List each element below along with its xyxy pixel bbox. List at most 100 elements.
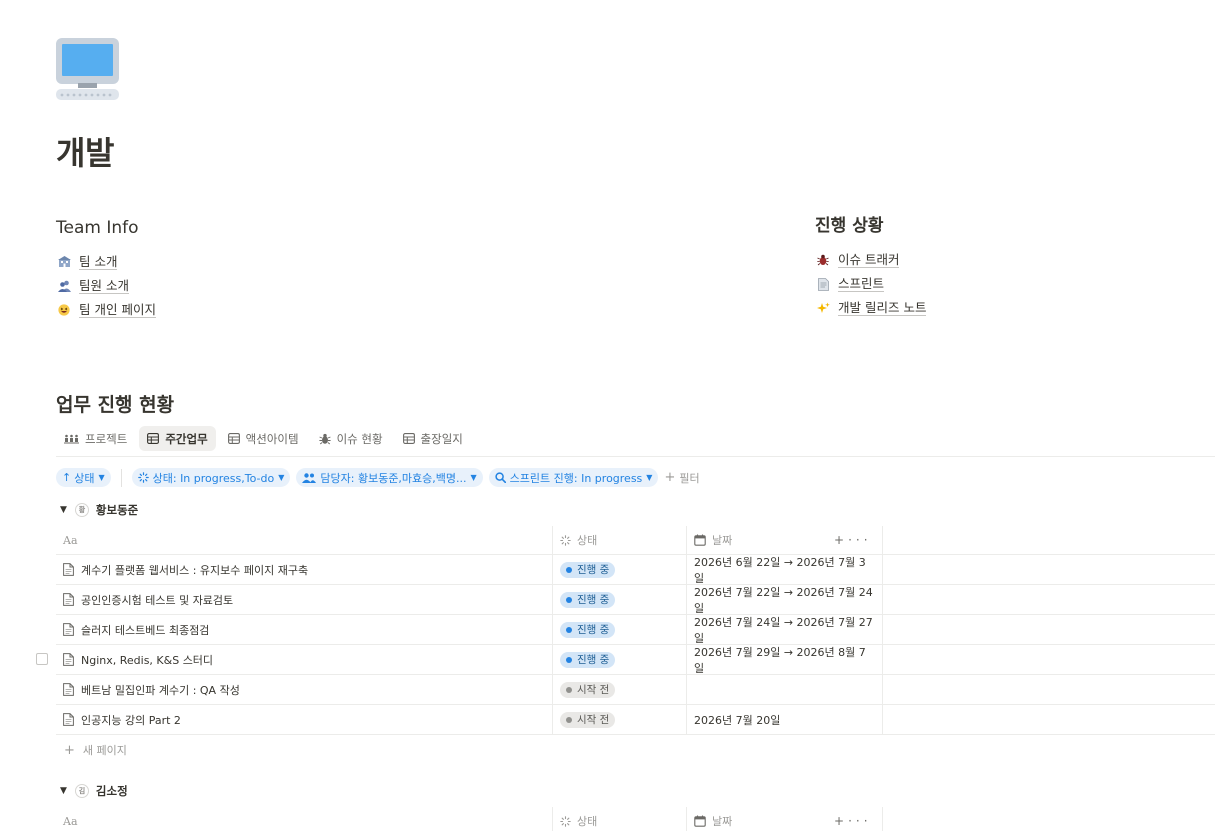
row-title-cell[interactable]: 베트남 밀집인파 계수기 : QA 작성 [56,675,553,704]
assignee-filter-chip[interactable]: 담당자: 황보동준,마효승,백명... ▼ [296,468,483,487]
add-column-controls: +··· [834,533,872,547]
tab-divider [56,456,1215,457]
tab-weekly-work[interactable]: 주간업무 [139,426,216,451]
table-row[interactable]: 인공지능 강의 Part 2 시작 전 2026년 7월 20일 [56,705,1215,735]
status-dot-icon [566,596,572,603]
document-icon [63,623,74,636]
add-column-controls: +··· [834,814,872,828]
status-badge-label: 진행 중 [577,564,610,576]
table-header-row: Aa 상태 날짜 [56,807,1215,831]
database-title[interactable]: 업무 진행 현황 [56,390,174,417]
tab-action-items[interactable]: 액션아이템 [220,426,307,451]
team-intro-link[interactable]: 팀 소개 [56,250,156,274]
status-loader-icon [560,815,571,827]
row-date: 2026년 7월 22일 → 2026년 7월 24일 [694,585,873,615]
row-extra-cell [883,645,1215,674]
assignee-filter-label: 담당자: 황보동준,마효승,백명... [320,471,467,485]
release-notes-link[interactable]: 개발 릴리즈 노트 [815,296,927,320]
chevron-down-icon: ▼ [470,473,477,482]
status-loader-icon [137,472,149,483]
row-status-cell[interactable]: 진행 중 [553,645,687,674]
status-badge: 시작 전 [560,711,616,728]
row-status-cell[interactable]: 시작 전 [553,675,687,704]
tab-projects[interactable]: 프로젝트 [56,426,135,451]
rows-group-1: 계수기 플랫폼 웹서비스 : 유지보수 페이지 재구축 진행 중 2026년 6월 … [56,555,1215,735]
status-dot-icon [566,566,572,573]
release-notes-label: 개발 릴리즈 노트 [838,300,927,316]
group-header-1[interactable]: ▼ 황 황보동준 [60,502,138,518]
row-date-cell[interactable]: 2026년 7월 24일 → 2026년 7월 27일 [687,615,883,645]
collapse-triangle-icon[interactable]: ▼ [60,505,67,515]
row-title-cell[interactable]: 슬러지 테스트베드 최종점검 [56,615,553,644]
row-date: 2026년 7월 24일 → 2026년 7월 27일 [694,615,873,645]
computer-icon[interactable] [56,38,119,100]
row-title: 슬러지 테스트베드 최종점검 [81,623,210,637]
more-options-button[interactable]: ··· [848,814,871,828]
more-options-button[interactable]: ··· [848,533,871,547]
table-group-1: Aa 상태 날짜 계수기 플랫폼 웹서비스 : 유지보수 페이지 재구축 진행 중… [56,526,1215,765]
row-status-cell[interactable]: 진행 중 [553,585,687,614]
people-icon [56,278,72,294]
row-date-cell[interactable]: 2026년 7월 22일 → 2026년 7월 24일 [687,585,883,615]
sort-chip[interactable]: ↑ 상태 ▼ [56,468,111,487]
collapse-triangle-icon[interactable]: ▼ [60,786,67,796]
row-date: 2026년 6월 22일 → 2026년 7월 3일 [694,555,866,585]
tab-issue-status[interactable]: 이슈 현황 [311,426,391,451]
add-column-button[interactable]: + [834,533,848,547]
status-badge: 진행 중 [560,591,616,608]
add-filter-button[interactable]: + 필터 [664,470,699,486]
document-icon [63,713,74,726]
date-column-label: 날짜 [712,815,733,828]
status-badge: 진행 중 [560,621,616,638]
table-row[interactable]: 계수기 플랫폼 웹서비스 : 유지보수 페이지 재구축 진행 중 2026년 6월 … [56,555,1215,585]
team-personal-link[interactable]: 팀 개인 페이지 [56,298,156,322]
row-select-checkbox[interactable] [36,653,48,665]
table-row[interactable]: Nginx, Redis, K&S 스터디 진행 중 2026년 7월 29일 → … [56,645,1215,675]
filter-bar: ↑ 상태 ▼ 상태: In progress,To-do ▼ 담당자: 황보동준… [56,468,700,487]
row-date: 2026년 7월 20일 [694,713,781,727]
filter-separator [120,468,122,487]
document-icon [63,683,74,696]
column-header-name[interactable]: Aa [56,526,553,554]
avatar: 황 [74,503,89,517]
row-date-cell[interactable]: 2026년 6월 22일 → 2026년 7월 3일 [687,555,883,585]
team-info-heading: Team Info [56,218,139,238]
add-filter-label: 필터 [679,471,700,485]
tab-business-trip[interactable]: 출장일지 [395,426,471,451]
row-status-cell[interactable]: 시작 전 [553,705,687,734]
table-row[interactable]: 베트남 밀집인파 계수기 : QA 작성 시작 전 [56,675,1215,705]
row-status-cell[interactable]: 진행 중 [553,555,687,584]
team-members-link[interactable]: 팀원 소개 [56,274,156,298]
status-filter-chip[interactable]: 상태: In progress,To-do ▼ [131,468,291,487]
new-page-button[interactable]: + 새 페이지 [56,735,1215,765]
row-date-cell[interactable]: 2026년 7월 20일 [687,705,883,734]
issue-tracker-link[interactable]: 이슈 트래커 [815,248,926,272]
row-status-cell[interactable]: 진행 중 [553,615,687,644]
row-title-cell[interactable]: 공인인증시험 테스트 및 자료검토 [56,585,553,614]
arrow-up-icon: ↑ [62,471,72,484]
row-title-cell[interactable]: 인공지능 강의 Part 2 [56,705,553,734]
status-dot-icon [566,686,572,693]
row-date-cell[interactable]: 2026년 7월 29일 → 2026년 8월 7일 [687,645,883,675]
table-row[interactable]: 공인인증시험 테스트 및 자료검토 진행 중 2026년 7월 22일 → 2026… [56,585,1215,615]
sprint-filter-chip[interactable]: 스프린트 진행: In progress ▼ [488,468,659,487]
group-name: 김소정 [95,784,128,798]
row-title: 공인인증시험 테스트 및 자료검토 [81,593,234,607]
row-date-cell[interactable] [687,675,883,704]
status-loader-icon [560,534,571,546]
database-view-tabs: 프로젝트 주간업무 액션아이템 이슈 현황 출장일지 [56,426,471,451]
date-column-label: 날짜 [712,534,733,547]
column-header-name[interactable]: Aa [56,807,553,831]
column-header-status[interactable]: 상태 [553,807,687,831]
column-header-status[interactable]: 상태 [553,526,687,554]
table-row[interactable]: 슬러지 테스트베드 최종점검 진행 중 2026년 7월 24일 → 2026년 7… [56,615,1215,645]
search-icon [495,472,506,483]
row-title-cell[interactable]: Nginx, Redis, K&S 스터디 [56,645,553,674]
row-title-cell[interactable]: 계수기 플랫폼 웹서비스 : 유지보수 페이지 재구축 [56,555,553,584]
add-column-button[interactable]: + [834,814,848,828]
group-header-2[interactable]: ▼ 김 김소정 [60,783,128,799]
sprint-link[interactable]: 스프린트 [815,272,926,296]
page-title[interactable]: 개발 [56,128,114,174]
table-icon [227,433,240,444]
table-group-2: Aa 상태 날짜 [56,807,1215,831]
